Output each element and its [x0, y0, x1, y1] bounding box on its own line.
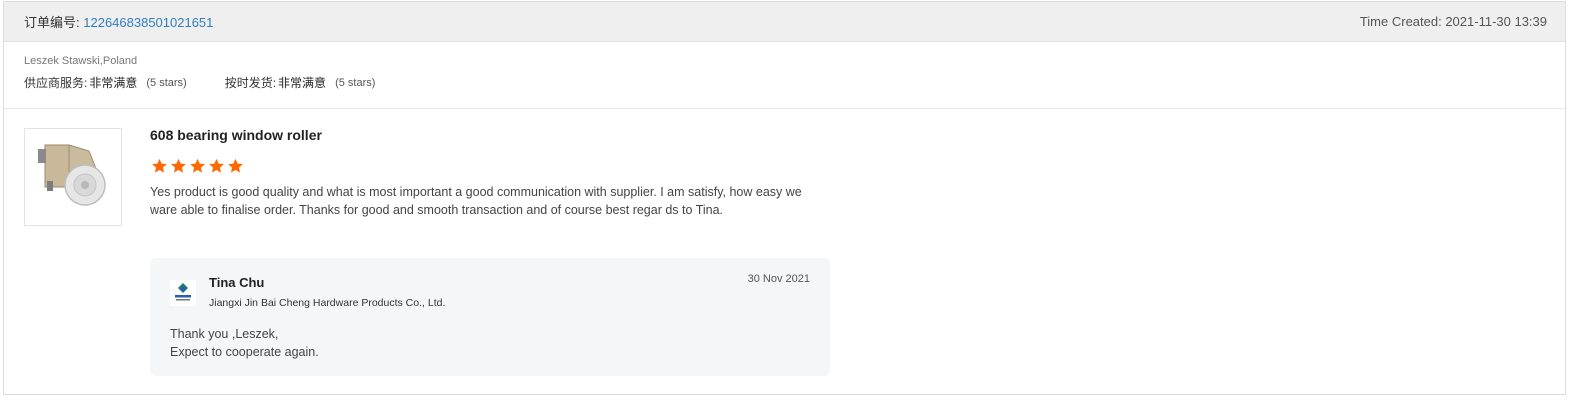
review-stars — [150, 157, 840, 175]
order-info: 订单编号: 122646838501021651 — [24, 12, 213, 31]
buyer-name-location: Leszek Stawski,Poland — [24, 55, 138, 67]
rating-stars-text: (5 stars) — [146, 77, 187, 89]
window-roller-image — [25, 129, 121, 225]
star-icon — [228, 158, 243, 173]
supplier-ratings: 供应商服务: 非常满意 (5 stars) 按时发货: 非常满意 (5 star… — [24, 74, 1565, 92]
buyer-section: Leszek Stawski,Poland 供应商服务: 非常满意 (5 sta… — [4, 42, 1565, 109]
product-title[interactable]: 608 bearing window roller — [150, 127, 840, 147]
rating-supplier-service: 供应商服务: 非常满意 (5 stars) — [24, 74, 187, 92]
rating-value: 非常满意 — [89, 76, 138, 90]
product-thumbnail[interactable] — [24, 128, 122, 226]
company-logo-icon — [170, 280, 196, 306]
order-number-label: 订单编号: — [24, 15, 80, 30]
review-card: 订单编号: 122646838501021651 Time Created: 2… — [3, 1, 1566, 395]
rating-on-time-delivery: 按时发货: 非常满意 (5 stars) — [225, 74, 376, 92]
rating-label: 供应商服务: — [24, 76, 88, 90]
review-text: Yes product is good quality and what is … — [150, 185, 802, 217]
order-number-link[interactable]: 122646838501021651 — [83, 15, 213, 30]
order-header: 订单编号: 122646838501021651 Time Created: 2… — [4, 2, 1565, 42]
reply-author-name: Tina Chu — [209, 275, 265, 290]
reply-message: Thank you ,Leszek, Expect to cooperate a… — [170, 325, 319, 361]
reply-message-line: Thank you ,Leszek, — [170, 327, 279, 341]
star-icon — [209, 158, 224, 173]
reply-date: 30 Nov 2021 — [747, 273, 810, 285]
rating-label: 按时发货: — [224, 76, 277, 90]
review-content: 608 bearing window roller Yes product is… — [150, 127, 840, 219]
rating-value: 非常满意 — [278, 76, 327, 90]
star-icon — [171, 158, 186, 173]
reply-company-name: Jiangxi Jin Bai Cheng Hardware Products … — [209, 297, 446, 309]
star-icon — [152, 158, 167, 173]
supplier-reply: Tina Chu Jiangxi Jin Bai Cheng Hardware … — [150, 258, 830, 376]
star-icon — [190, 158, 205, 173]
time-created: Time Created: 2021-11-30 13:39 — [1359, 14, 1547, 29]
product-review: 608 bearing window roller Yes product is… — [4, 109, 1565, 394]
reply-message-line: Expect to cooperate again. — [170, 345, 319, 359]
rating-stars-text: (5 stars) — [335, 77, 376, 89]
